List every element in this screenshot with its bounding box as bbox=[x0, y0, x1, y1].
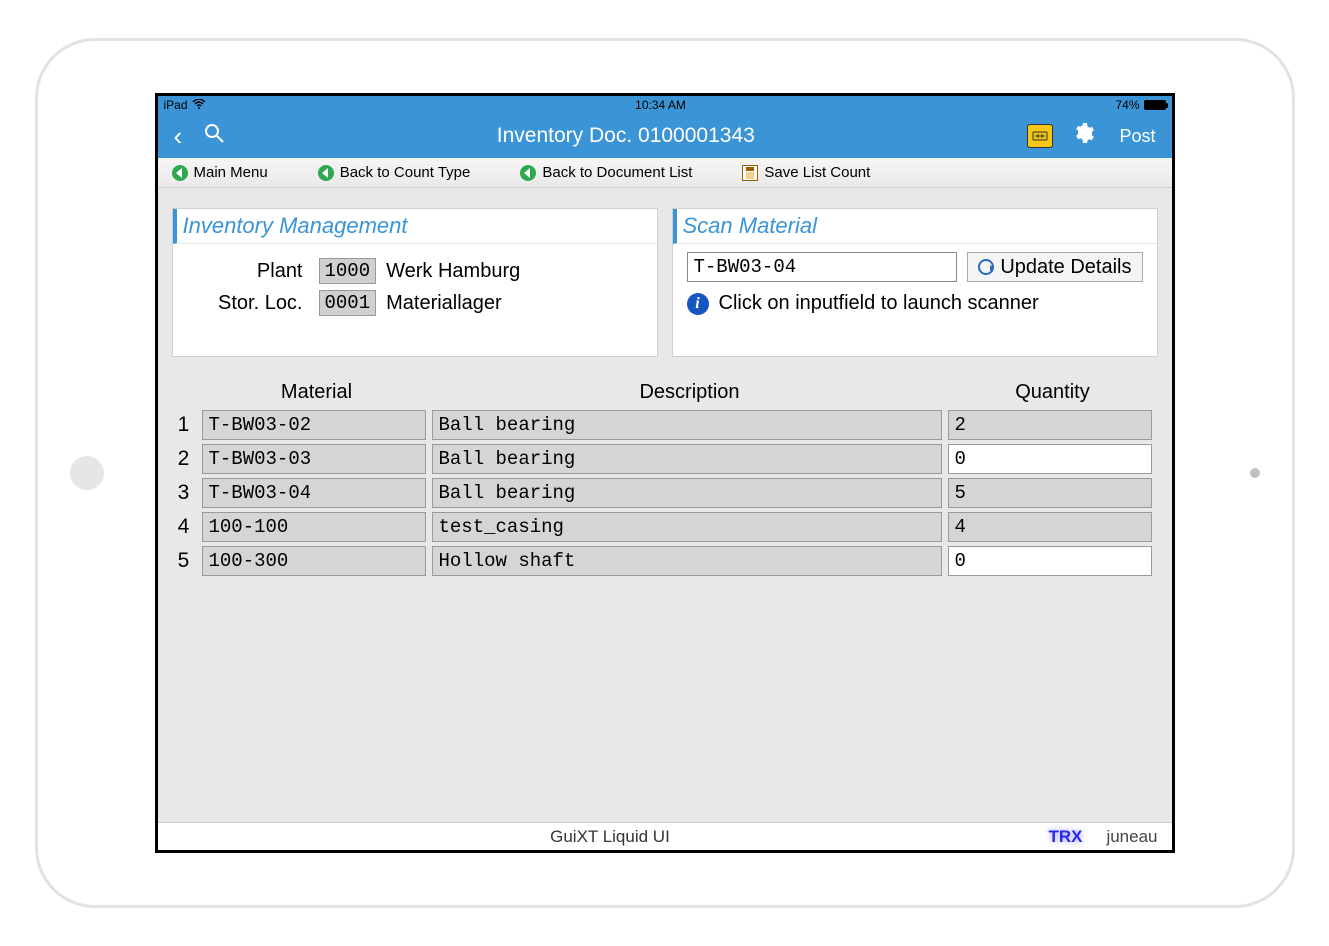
ipad-frame: iPad 10:34 AM 74% ‹ Inventory Doc. 01000… bbox=[35, 38, 1295, 908]
scan-material-input[interactable] bbox=[687, 252, 958, 282]
storage-location-code: 0001 bbox=[319, 290, 377, 316]
material-cell: 100-100 bbox=[202, 512, 426, 542]
table-row: 3T-BW03-04Ball bearing bbox=[166, 478, 1158, 508]
battery-percent: 74% bbox=[1115, 98, 1139, 112]
table-row: 4100-100test_casing bbox=[166, 512, 1158, 542]
description-cell: Ball bearing bbox=[432, 478, 942, 508]
quantity-input[interactable] bbox=[948, 546, 1152, 576]
info-icon: i bbox=[687, 293, 709, 315]
back-count-type-button[interactable]: Back to Count Type bbox=[318, 164, 471, 181]
description-cell: Hollow shaft bbox=[432, 546, 942, 576]
update-details-button[interactable]: Update Details bbox=[967, 252, 1142, 282]
search-button[interactable] bbox=[204, 123, 224, 149]
back-arrow-icon bbox=[318, 165, 334, 181]
row-index: 5 bbox=[166, 549, 202, 573]
save-list-count-button[interactable]: Save List Count bbox=[742, 164, 870, 181]
table-row: 5100-300Hollow shaft bbox=[166, 546, 1158, 576]
post-button[interactable]: Post bbox=[1113, 126, 1161, 147]
back-arrow-icon bbox=[172, 165, 188, 181]
count-table: Material Description Quantity 1T-BW03-02… bbox=[158, 367, 1172, 580]
home-indicator-icon bbox=[1250, 468, 1260, 478]
clock: 10:34 AM bbox=[212, 98, 1110, 112]
table-header: Material Description Quantity bbox=[166, 381, 1158, 404]
header-material: Material bbox=[202, 381, 432, 404]
inventory-management-title: Inventory Management bbox=[173, 209, 657, 244]
plant-code: 1000 bbox=[319, 258, 377, 284]
update-details-label: Update Details bbox=[1000, 256, 1131, 279]
scan-material-title: Scan Material bbox=[673, 209, 1157, 244]
description-cell: Ball bearing bbox=[432, 410, 942, 440]
material-cell: T-BW03-03 bbox=[202, 444, 426, 474]
battery-icon bbox=[1144, 100, 1166, 110]
quantity-input[interactable] bbox=[948, 444, 1152, 474]
back-button[interactable]: ‹ bbox=[168, 121, 189, 152]
header-description: Description bbox=[432, 381, 948, 404]
material-cell: 100-300 bbox=[202, 546, 426, 576]
quantity-input[interactable] bbox=[948, 512, 1152, 542]
row-index: 1 bbox=[166, 413, 202, 437]
connection-status-button[interactable] bbox=[1027, 124, 1053, 148]
quantity-input[interactable] bbox=[948, 478, 1152, 508]
row-index: 4 bbox=[166, 515, 202, 539]
inventory-management-panel: Inventory Management Plant 1000 Werk Ham… bbox=[172, 208, 658, 357]
back-arrow-icon bbox=[520, 165, 536, 181]
back-count-type-label: Back to Count Type bbox=[340, 164, 471, 181]
table-row: 1T-BW03-02Ball bearing bbox=[166, 410, 1158, 440]
plant-name: Werk Hamburg bbox=[384, 260, 520, 283]
wifi-icon bbox=[192, 98, 206, 112]
settings-button[interactable] bbox=[1071, 121, 1095, 152]
plant-label: Plant bbox=[191, 260, 311, 283]
quantity-input[interactable] bbox=[948, 410, 1152, 440]
header-quantity: Quantity bbox=[948, 381, 1158, 404]
storage-location-name: Materiallager bbox=[384, 292, 502, 315]
refresh-icon bbox=[978, 259, 994, 275]
description-cell: test_casing bbox=[432, 512, 942, 542]
row-index: 2 bbox=[166, 447, 202, 471]
trx-button[interactable]: TRX bbox=[1048, 827, 1082, 847]
scan-material-panel: Scan Material Update Details i Click on … bbox=[672, 208, 1158, 357]
main-menu-label: Main Menu bbox=[194, 164, 268, 181]
storage-location-label: Stor. Loc. bbox=[191, 292, 311, 315]
material-cell: T-BW03-02 bbox=[202, 410, 426, 440]
save-icon bbox=[742, 165, 758, 181]
back-doc-list-button[interactable]: Back to Document List bbox=[520, 164, 692, 181]
action-toolbar: Main Menu Back to Count Type Back to Doc… bbox=[158, 158, 1172, 188]
footer-bar: GuiXT Liquid UI TRX juneau bbox=[158, 822, 1172, 850]
material-cell: T-BW03-04 bbox=[202, 478, 426, 508]
main-menu-button[interactable]: Main Menu bbox=[172, 164, 268, 181]
device-label: iPad bbox=[164, 98, 188, 112]
server-name: juneau bbox=[1106, 827, 1157, 847]
camera-dot-icon bbox=[70, 456, 104, 490]
table-row: 2T-BW03-03Ball bearing bbox=[166, 444, 1158, 474]
panels-area: Inventory Management Plant 1000 Werk Ham… bbox=[158, 188, 1172, 367]
nav-bar: ‹ Inventory Doc. 0100001343 Post bbox=[158, 114, 1172, 158]
scan-hint-text: Click on inputfield to launch scanner bbox=[719, 292, 1039, 315]
save-list-count-label: Save List Count bbox=[764, 164, 870, 181]
status-bar: iPad 10:34 AM 74% bbox=[158, 96, 1172, 114]
page-title: Inventory Doc. 0100001343 bbox=[240, 124, 1011, 148]
product-name: GuiXT Liquid UI bbox=[172, 827, 1049, 847]
back-doc-list-label: Back to Document List bbox=[542, 164, 692, 181]
screen: iPad 10:34 AM 74% ‹ Inventory Doc. 01000… bbox=[155, 93, 1175, 853]
row-index: 3 bbox=[166, 481, 202, 505]
description-cell: Ball bearing bbox=[432, 444, 942, 474]
